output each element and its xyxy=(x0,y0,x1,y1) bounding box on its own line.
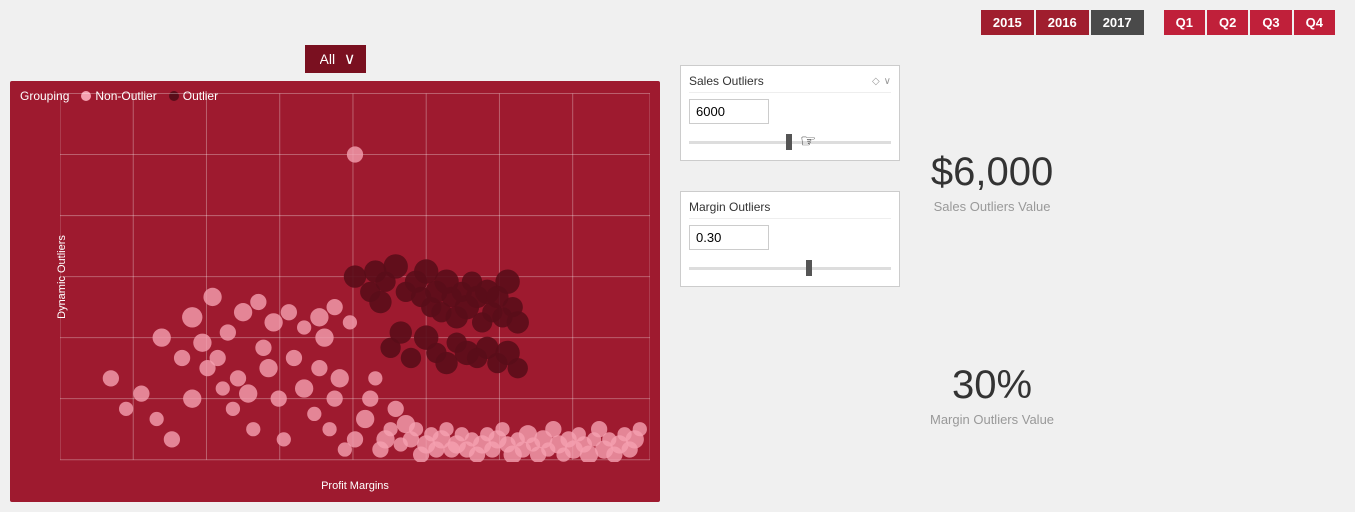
quarter-btn-q2[interactable]: Q2 xyxy=(1207,10,1248,35)
metrics-panel: $6,000 Sales Outliers Value 30% Margin O… xyxy=(930,45,1054,502)
chart-area: Dynamic Outliers Profit Margins xyxy=(60,91,650,462)
margin-slicer-title: Margin Outliers xyxy=(689,200,770,214)
year-buttons: 2015 2016 2017 xyxy=(981,10,1144,35)
year-btn-2017[interactable]: 2017 xyxy=(1091,10,1144,35)
sales-slicer-title: Sales Outliers xyxy=(689,74,764,88)
sales-metric-label: Sales Outliers Value xyxy=(930,199,1054,214)
quarter-buttons: Q1 Q2 Q3 Q4 xyxy=(1164,10,1335,35)
margin-metric-label: Margin Outliers Value xyxy=(930,412,1054,427)
year-btn-2015[interactable]: 2015 xyxy=(981,10,1034,35)
eraser-icon[interactable]: ◇ xyxy=(872,76,880,87)
scatter-chart: Grouping Non-Outlier Outlier Dynamic Out… xyxy=(10,81,660,502)
sales-slider[interactable]: ☞ xyxy=(689,132,891,152)
quarter-btn-q4[interactable]: Q4 xyxy=(1294,10,1335,35)
cursor-hand-icon: ☞ xyxy=(800,131,816,152)
top-bar: 2015 2016 2017 Q1 Q2 Q3 Q4 xyxy=(0,0,1355,45)
scatter-svg: 0K 5K 10K 15K 20K 25K 10% 15% 20% 25% 30… xyxy=(60,91,650,462)
quarter-btn-q3[interactable]: Q3 xyxy=(1250,10,1291,35)
margin-metric: 30% Margin Outliers Value xyxy=(930,363,1054,427)
sales-metric-value: $6,000 xyxy=(930,150,1054,195)
year-btn-2016[interactable]: 2016 xyxy=(1036,10,1089,35)
controls-panel: Sales Outliers ◇ ∨ ☞ Margin Outl xyxy=(680,45,900,502)
margin-value-input[interactable] xyxy=(689,225,769,250)
sales-slicer: Sales Outliers ◇ ∨ ☞ xyxy=(680,65,900,161)
all-dropdown[interactable]: All xyxy=(305,45,366,73)
main-content: All ∨ Grouping Non-Outlier Outlier Dynam… xyxy=(0,45,1355,512)
sales-slider-thumb[interactable] xyxy=(786,134,792,150)
margin-metric-value: 30% xyxy=(930,363,1054,408)
dropdown-wrapper[interactable]: All ∨ xyxy=(305,45,366,73)
x-axis-label: Profit Margins xyxy=(321,480,389,492)
sales-slider-track xyxy=(689,141,891,144)
margin-slider-thumb[interactable] xyxy=(806,260,812,276)
slicer-header-icons: ◇ ∨ xyxy=(872,76,891,87)
y-axis-label: Dynamic Outliers xyxy=(56,235,68,319)
margin-slicer-header: Margin Outliers xyxy=(689,200,891,219)
left-panel: All ∨ Grouping Non-Outlier Outlier Dynam… xyxy=(10,45,660,502)
quarter-btn-q1[interactable]: Q1 xyxy=(1164,10,1205,35)
margin-slicer: Margin Outliers xyxy=(680,191,900,287)
sales-metric: $6,000 Sales Outliers Value xyxy=(930,150,1054,214)
chevron-down-icon[interactable]: ∨ xyxy=(884,76,891,87)
margin-slider[interactable] xyxy=(689,258,891,278)
slicer-header: Sales Outliers ◇ ∨ xyxy=(689,74,891,93)
dropdown-row: All ∨ xyxy=(10,45,660,73)
sales-value-input[interactable] xyxy=(689,99,769,124)
margin-slider-track xyxy=(689,267,891,270)
right-panel: Sales Outliers ◇ ∨ ☞ Margin Outl xyxy=(680,45,1345,502)
